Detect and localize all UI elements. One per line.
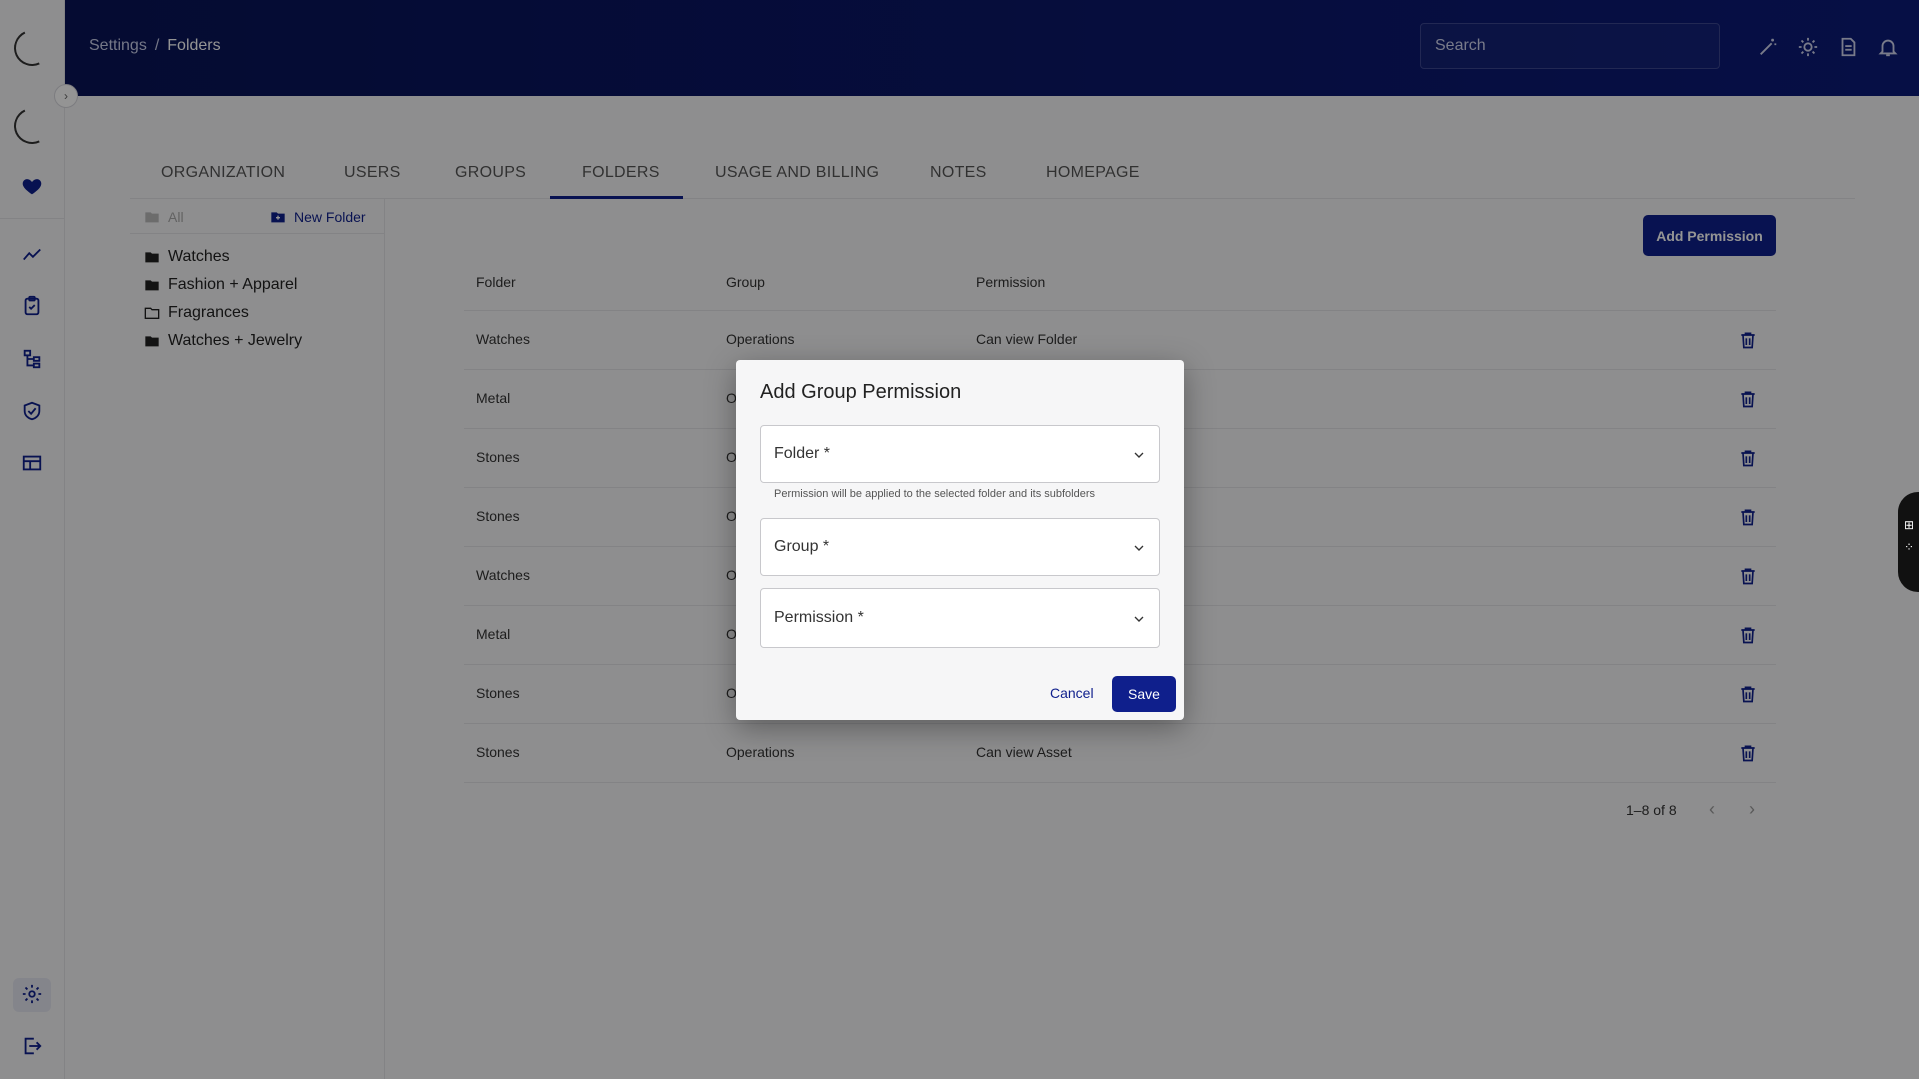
dialog-title: Add Group Permission [760,381,962,403]
chevron-down-icon [1134,616,1144,622]
group-select[interactable]: Group * [760,518,1160,576]
folder-helper-text: Permission will be applied to the select… [774,488,1096,500]
add-group-permission-dialog: Add Group Permission Folder * Permission… [736,360,1184,720]
floating-side-widget[interactable]: ⊞ ⁘ [1898,492,1919,592]
save-button[interactable]: Save [1112,676,1176,712]
add-box-icon: ⊞ [1904,518,1915,532]
permission-select-label: Permission * [774,609,864,626]
group-select-label: Group * [774,538,830,555]
permission-select[interactable]: Permission * [760,588,1160,648]
chevron-down-icon [1134,545,1144,551]
folder-select-label: Folder * [774,445,831,462]
apps-grid-icon: ⁘ [1904,540,1915,554]
folder-select[interactable]: Folder * [760,425,1160,483]
chevron-down-icon [1134,452,1144,458]
cancel-button[interactable]: Cancel [1050,685,1094,701]
